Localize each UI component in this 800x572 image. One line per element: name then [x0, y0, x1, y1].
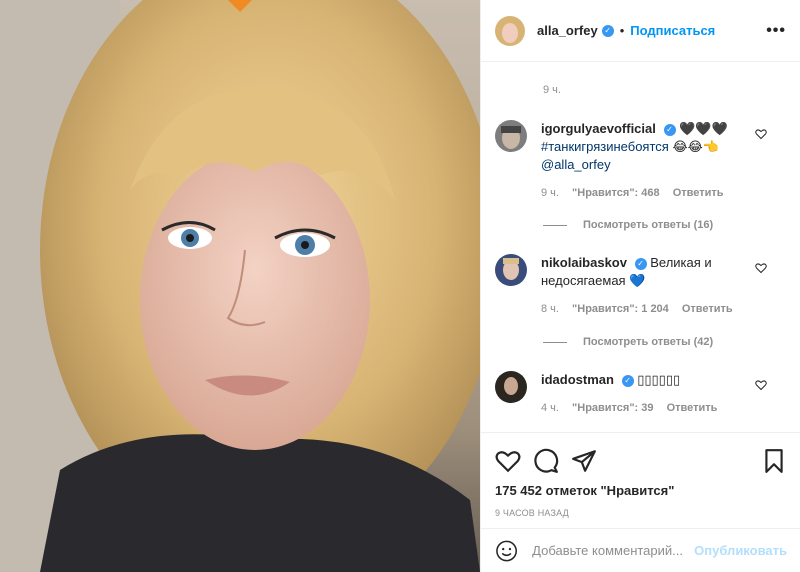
add-comment-bar: Опубликовать	[481, 528, 800, 572]
verified-badge-icon: ✓	[634, 257, 647, 270]
caption-time: 9 ч.	[543, 84, 561, 96]
portrait-illustration	[0, 0, 480, 572]
comment-text: 🖤🖤🖤	[679, 121, 728, 136]
reply-button[interactable]: Ответить	[673, 187, 724, 199]
like-comment-icon[interactable]	[755, 128, 767, 140]
comment-likes[interactable]: "Нравится": 1 204	[572, 303, 669, 315]
view-replies-button[interactable]: Посмотреть ответы (42)	[543, 336, 713, 348]
view-replies-label: Посмотреть ответы (42)	[583, 336, 714, 348]
comment-likes[interactable]: "Нравится": 468	[572, 187, 660, 199]
likes-count[interactable]: 175 452 отметок "Нравится"	[495, 483, 787, 498]
heart-icon[interactable]	[495, 448, 521, 474]
follow-button[interactable]: Подписаться	[630, 23, 715, 38]
bookmark-icon[interactable]	[761, 448, 787, 474]
share-icon[interactable]	[571, 448, 597, 474]
replies-divider	[543, 341, 567, 343]
comment-meta: 8 ч. "Нравится": 1 204 Ответить	[541, 300, 761, 318]
comment-item: idadostman ✓ ▯▯▯▯▯▯ 4 ч. "Нравится": 39 …	[495, 371, 787, 417]
posted-time: 9 ЧАСОВ НАЗАД	[495, 508, 569, 518]
author-avatar[interactable]	[495, 15, 525, 46]
post-actions: 175 452 отметок "Нравится" 9 ЧАСОВ НАЗАД	[481, 432, 800, 518]
replies-divider	[543, 224, 567, 226]
more-options-icon[interactable]: •••	[766, 22, 786, 40]
verified-badge-icon: ✓	[621, 374, 634, 387]
verified-badge-icon: ✓	[663, 123, 676, 136]
comment-item: nikolaibaskov ✓ Великая и недосягаемая 💙…	[495, 254, 787, 318]
comment-username[interactable]: igorgulyaevofficial	[541, 121, 656, 136]
post-photo	[0, 0, 480, 572]
author-username[interactable]: alla_orfey	[537, 23, 598, 38]
comment-text: ▯▯▯▯▯▯	[637, 372, 681, 387]
commenter-avatar[interactable]	[495, 371, 527, 403]
comment-emoji: 😂😂👈	[672, 139, 720, 154]
publish-button[interactable]: Опубликовать	[694, 543, 787, 558]
comment-time: 4 ч.	[541, 402, 559, 414]
comments-list[interactable]: 9 ч. igorgulyaevofficial ✓ 🖤🖤🖤 #танкигря…	[481, 62, 800, 432]
comment-item: igorgulyaevofficial ✓ 🖤🖤🖤 #танкигрязинеб…	[495, 120, 787, 202]
comment-meta: 9 ч. "Нравится": 468 Ответить	[541, 184, 761, 202]
comment-username[interactable]: nikolaibaskov	[541, 255, 627, 270]
emoji-icon[interactable]	[495, 539, 518, 563]
verified-badge-icon: ✓	[601, 24, 614, 37]
commenter-avatar[interactable]	[495, 120, 527, 152]
view-replies-label: Посмотреть ответы (16)	[583, 219, 714, 231]
comment-meta: 4 ч. "Нравится": 39 Ответить	[541, 399, 761, 417]
comment-body: igorgulyaevofficial ✓ 🖤🖤🖤 #танкигрязинеб…	[541, 120, 761, 202]
view-replies-button[interactable]: Посмотреть ответы (16)	[543, 219, 713, 231]
comment-mention[interactable]: @alla_orfey	[541, 157, 611, 172]
reply-button[interactable]: Ответить	[682, 303, 733, 315]
comment-body: idadostman ✓ ▯▯▯▯▯▯ 4 ч. "Нравится": 39 …	[541, 371, 761, 417]
comment-icon[interactable]	[533, 448, 559, 474]
like-comment-icon[interactable]	[755, 262, 767, 274]
comment-time: 8 ч.	[541, 303, 559, 315]
comment-hashtag[interactable]: #танкигрязинебоятся	[541, 139, 669, 154]
like-comment-icon[interactable]	[755, 379, 767, 391]
comment-input[interactable]	[532, 543, 695, 558]
comment-username[interactable]: idadostman	[541, 372, 614, 387]
post-header: alla_orfey ✓ • Подписаться •••	[481, 0, 800, 62]
post-side-panel: alla_orfey ✓ • Подписаться ••• 9 ч. igor…	[480, 0, 800, 572]
comment-time: 9 ч.	[541, 187, 559, 199]
action-icons	[495, 441, 787, 481]
comment-likes[interactable]: "Нравится": 39	[572, 402, 653, 414]
commenter-avatar[interactable]	[495, 254, 527, 286]
header-separator: •	[619, 23, 625, 38]
comment-body: nikolaibaskov ✓ Великая и недосягаемая 💙…	[541, 254, 761, 318]
reply-button[interactable]: Ответить	[667, 402, 718, 414]
